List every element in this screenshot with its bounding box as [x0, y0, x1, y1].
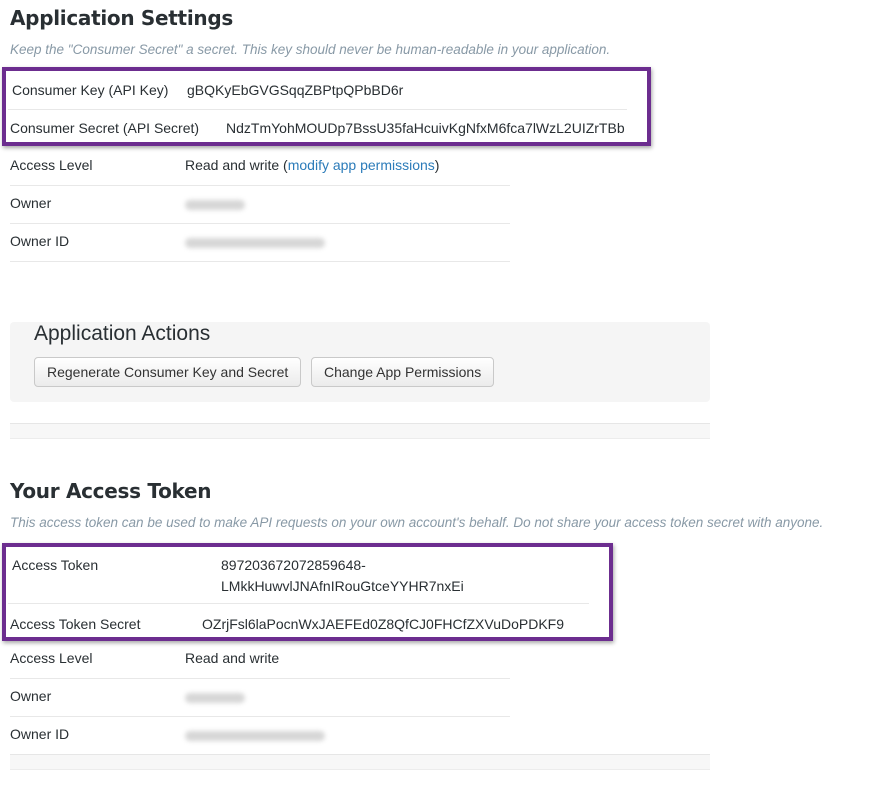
consumer-key-value: gBQKyEbGVGSqqZBPtpQPbBD6r: [187, 82, 404, 98]
access-level-label: Access Level: [10, 157, 93, 173]
owner-value-redacted: [185, 200, 245, 210]
access-token-description: This access token can be used to make AP…: [10, 515, 824, 530]
access-level-row: Access Level Read and write (modify app …: [10, 147, 510, 186]
application-actions-title: Application Actions: [34, 322, 211, 345]
owner-id-label: Owner ID: [10, 233, 70, 249]
token-owner-id-label: Owner ID: [10, 726, 70, 742]
access-level-value: Read and write (modify app permissions): [185, 157, 439, 173]
bottom-divider: [10, 754, 710, 770]
access-token-value-line1: 897203672072859648-: [221, 557, 366, 573]
token-owner-label: Owner: [10, 688, 52, 704]
access-token-label: Access Token: [12, 557, 99, 573]
access-token-title: Your Access Token: [10, 479, 212, 503]
token-access-level-row: Access Level Read and write: [10, 640, 510, 679]
access-token-value-line2: LMkkHuwvlJNAfnIRouGtceYYHR7nxEi: [221, 578, 464, 594]
token-owner-value-redacted: [185, 693, 245, 703]
consumer-keys-highlight: Consumer Key (API Key) gBQKyEbGVGSqqZBPt…: [2, 67, 651, 146]
regenerate-consumer-key-button[interactable]: Regenerate Consumer Key and Secret: [34, 357, 302, 387]
application-actions-panel: Application Actions Regenerate Consumer …: [10, 322, 710, 402]
app-settings-description: Keep the "Consumer Secret" a secret. Thi…: [10, 42, 611, 57]
app-settings-title: Application Settings: [10, 6, 233, 30]
access-level-text: Read and write (: [185, 157, 288, 173]
modify-app-permissions-link[interactable]: modify app permissions: [288, 157, 435, 173]
consumer-key-row: Consumer Key (API Key) gBQKyEbGVGSqqZBPt…: [8, 71, 627, 110]
access-level-close-paren: ): [434, 157, 440, 173]
token-owner-id-row: Owner ID: [10, 716, 510, 755]
access-token-secret-value: OZrjFsl6laPocnWxJAEFEd0Z8QfCJ0FHCfZXVuDo…: [202, 616, 565, 632]
section-divider: [10, 423, 710, 439]
owner-id-row: Owner ID: [10, 223, 510, 262]
owner-row: Owner: [10, 185, 510, 224]
consumer-key-label: Consumer Key (API Key): [12, 82, 169, 98]
access-token-row: Access Token 897203672072859648- LMkkHuw…: [8, 547, 589, 604]
consumer-secret-value: NdzTmYohMOUDp7BssU35faHcuivKgNfxM6fca7lW…: [226, 120, 625, 136]
token-owner-row: Owner: [10, 678, 510, 717]
token-access-level-label: Access Level: [10, 650, 93, 666]
owner-label: Owner: [10, 195, 52, 211]
token-owner-id-value-redacted: [185, 731, 325, 741]
owner-id-value-redacted: [185, 238, 325, 248]
change-app-permissions-button[interactable]: Change App Permissions: [311, 357, 495, 387]
consumer-secret-label: Consumer Secret (API Secret): [10, 120, 200, 136]
access-token-secret-label: Access Token Secret: [10, 616, 141, 632]
token-access-level-value: Read and write: [185, 650, 280, 666]
access-token-highlight: Access Token 897203672072859648- LMkkHuw…: [2, 543, 613, 641]
